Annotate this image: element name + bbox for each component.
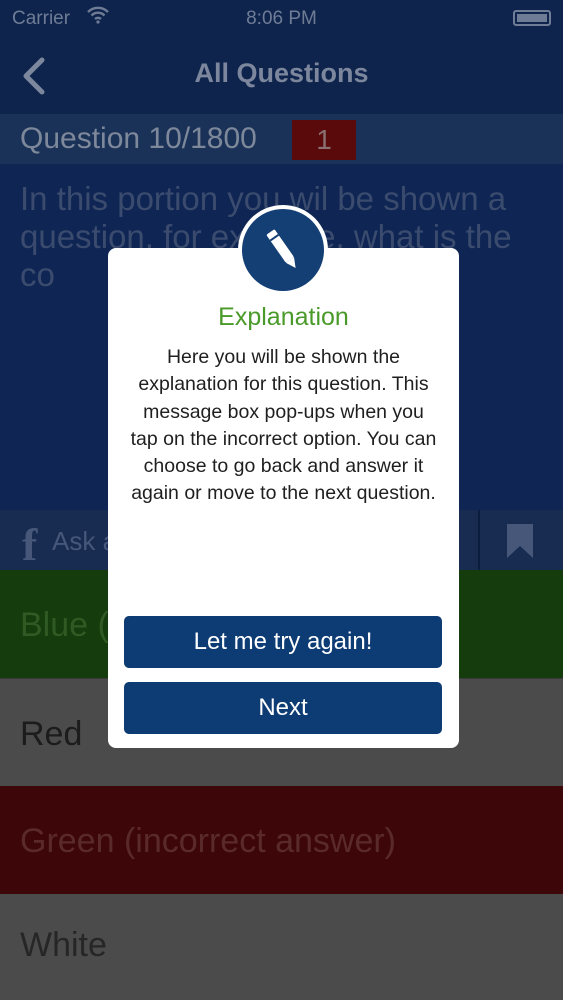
- nav-title: All Questions: [194, 58, 369, 88]
- pencil-icon: [266, 229, 296, 269]
- question-number: Question 10/1800: [20, 122, 257, 155]
- try-again-button[interactable]: Let me try again!: [124, 616, 442, 668]
- answer-option-3[interactable]: Green (incorrect answer): [0, 786, 563, 894]
- answer-label: White: [20, 926, 107, 964]
- score-badge: 1: [292, 120, 356, 160]
- question-header: Question 10/1800 1: [0, 114, 563, 164]
- explanation-dialog: Explanation Here you will be shown the e…: [108, 248, 459, 748]
- dialog-message: Here you will be shown the explanation f…: [130, 346, 437, 505]
- battery-icon: [513, 10, 551, 26]
- answer-option-4[interactable]: White: [0, 894, 563, 1000]
- bookmark-icon[interactable]: [505, 524, 535, 558]
- answer-label: Red: [20, 715, 83, 753]
- nav-bar: All Questions: [0, 38, 563, 114]
- dialog-badge: [238, 205, 328, 295]
- facebook-icon[interactable]: f: [22, 518, 37, 571]
- next-button[interactable]: Next: [124, 682, 442, 734]
- dialog-title: Explanation: [218, 303, 349, 331]
- divider: [478, 510, 480, 570]
- answer-label: Green (incorrect answer): [20, 822, 397, 860]
- answer-label: Blue (: [20, 606, 109, 644]
- clock: 8:06 PM: [246, 8, 317, 29]
- status-bar: Carrier 8:06 PM: [0, 0, 563, 38]
